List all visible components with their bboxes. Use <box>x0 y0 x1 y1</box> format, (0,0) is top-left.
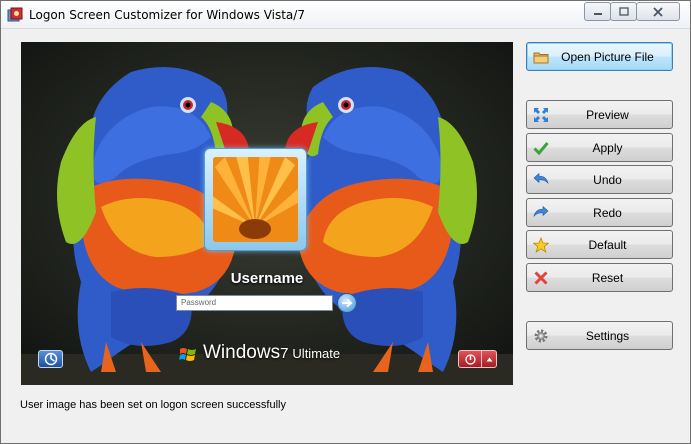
username-label: Username <box>230 270 304 287</box>
minimize-icon <box>593 12 602 15</box>
open-picture-file-button[interactable]: Open Picture File <box>526 42 673 71</box>
power-icon <box>465 353 476 365</box>
close-icon <box>653 6 663 17</box>
ease-of-access-button[interactable] <box>38 350 63 368</box>
settings-button[interactable]: Settings <box>526 321 673 350</box>
preview-button[interactable]: Preview <box>526 100 673 129</box>
brand-windows-text: Windows <box>203 342 281 363</box>
undo-arrow-icon <box>533 172 549 185</box>
user-picture-tile[interactable] <box>204 148 307 251</box>
gerbera-flower-image <box>213 157 298 242</box>
login-arrow-button[interactable] <box>337 293 357 313</box>
caret-up-icon <box>486 357 493 361</box>
password-field[interactable]: Password <box>176 295 333 311</box>
folder-icon <box>533 52 549 64</box>
status-message: User image has been set on logon screen … <box>20 399 286 411</box>
gear-icon <box>534 329 548 343</box>
logon-preview: Username Password Windows 7 Ultimate <box>21 42 513 385</box>
redo-arrow-icon <box>533 205 549 218</box>
arrow-right-icon <box>342 298 353 308</box>
brand-version-text: 7 <box>280 345 289 362</box>
maximize-icon <box>618 7 629 16</box>
apply-button[interactable]: Apply <box>526 133 673 162</box>
checkmark-icon <box>533 142 549 156</box>
shutdown-button[interactable] <box>459 351 483 367</box>
fullscreen-icon <box>534 108 548 122</box>
star-icon <box>533 237 549 253</box>
user-picture <box>213 157 298 242</box>
shutdown-button-group <box>458 350 497 368</box>
undo-button[interactable]: Undo <box>526 165 673 194</box>
maximize-button[interactable] <box>610 2 637 21</box>
windows-brand: Windows 7 Ultimate <box>179 342 340 366</box>
title-bar[interactable]: Logon Screen Customizer for Windows Vist… <box>1 1 690 29</box>
windows-logo-icon <box>179 348 196 361</box>
shutdown-options-button[interactable] <box>482 351 496 367</box>
app-window: Logon Screen Customizer for Windows Vist… <box>0 0 691 444</box>
brand-edition-text: Ultimate <box>292 346 341 361</box>
app-icon <box>7 7 23 22</box>
ease-of-access-icon <box>44 352 57 366</box>
minimize-button[interactable] <box>584 2 611 21</box>
x-icon <box>534 271 548 285</box>
close-button[interactable] <box>636 2 680 21</box>
redo-button[interactable]: Redo <box>526 198 673 227</box>
default-button[interactable]: Default <box>526 230 673 259</box>
window-title: Logon Screen Customizer for Windows Vist… <box>29 8 305 22</box>
reset-button[interactable]: Reset <box>526 263 673 292</box>
